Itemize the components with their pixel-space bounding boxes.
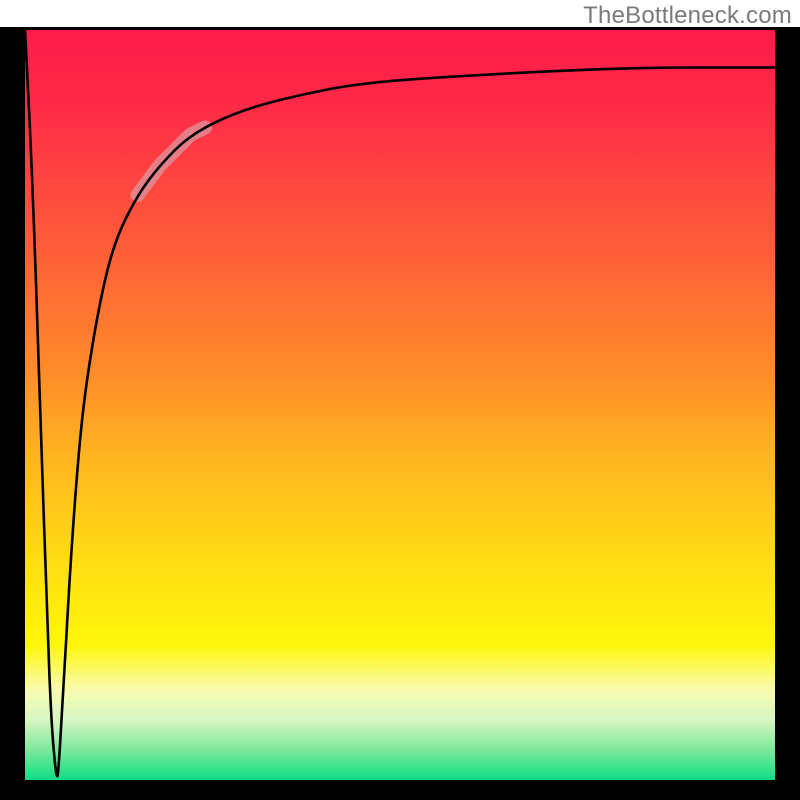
- curve-layer: [25, 30, 775, 780]
- watermark-text: TheBottleneck.com: [583, 2, 792, 30]
- plot-frame: [0, 27, 800, 800]
- bottleneck-curve: [25, 30, 775, 776]
- curve-highlight-segment: [138, 128, 206, 196]
- chart-stage: TheBottleneck.com: [0, 0, 800, 800]
